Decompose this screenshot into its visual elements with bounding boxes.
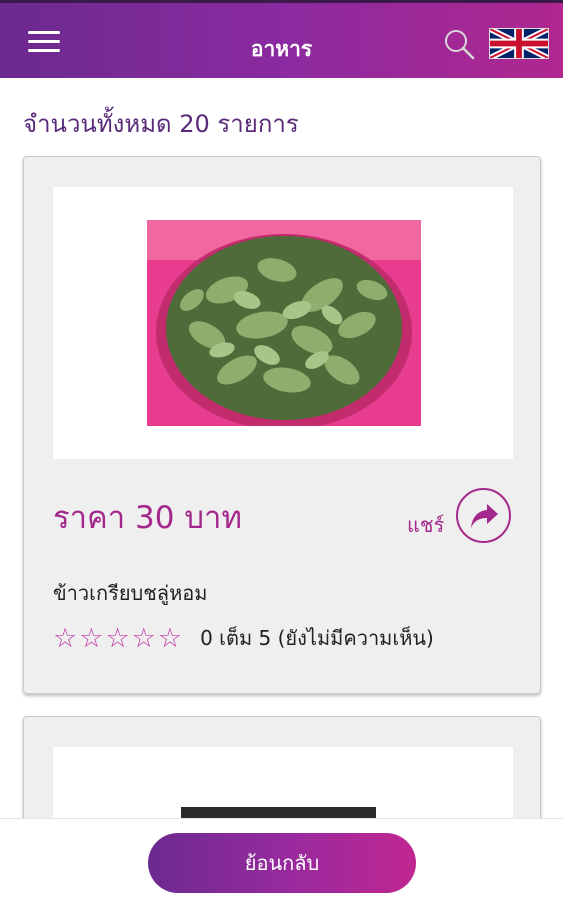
page-title: อาหาร xyxy=(250,37,313,61)
product-card[interactable]: ราคา 30 บาท แชร์ ข้าวเกรียบชลู่หอม ☆ ☆ ☆… xyxy=(23,156,541,694)
star-empty-icon: ☆ xyxy=(131,622,156,654)
star-empty-icon: ☆ xyxy=(53,622,78,654)
star-empty-icon: ☆ xyxy=(157,622,183,654)
bottom-bar: ย้อนกลับ xyxy=(0,818,563,900)
top-app-bar: อาหาร xyxy=(0,0,563,78)
product-photo xyxy=(147,220,421,430)
share-button[interactable] xyxy=(456,488,511,543)
back-button[interactable]: ย้อนกลับ xyxy=(148,833,416,893)
star-empty-icon: ☆ xyxy=(105,622,130,654)
star-empty-icon: ☆ xyxy=(79,622,104,654)
total-count-text: จำนวนทั้งหมด 20 รายการ xyxy=(23,110,299,138)
product-image-frame xyxy=(53,187,513,459)
product-price: ราคา 30 บาท xyxy=(53,500,242,536)
share-label[interactable]: แชร์ xyxy=(407,509,444,541)
search-icon[interactable] xyxy=(442,27,476,61)
rating-row: ☆ ☆ ☆ ☆ ☆ 0 เต็ม 5 (ยังไม่มีความเห็น) xyxy=(53,623,434,653)
uk-flag-icon[interactable] xyxy=(488,26,550,61)
share-arrow-icon xyxy=(471,504,498,528)
rating-text: 0 เต็ม 5 (ยังไม่มีความเห็น) xyxy=(200,626,434,650)
product-name: ข้าวเกรียบชลู่หอม xyxy=(53,581,208,605)
